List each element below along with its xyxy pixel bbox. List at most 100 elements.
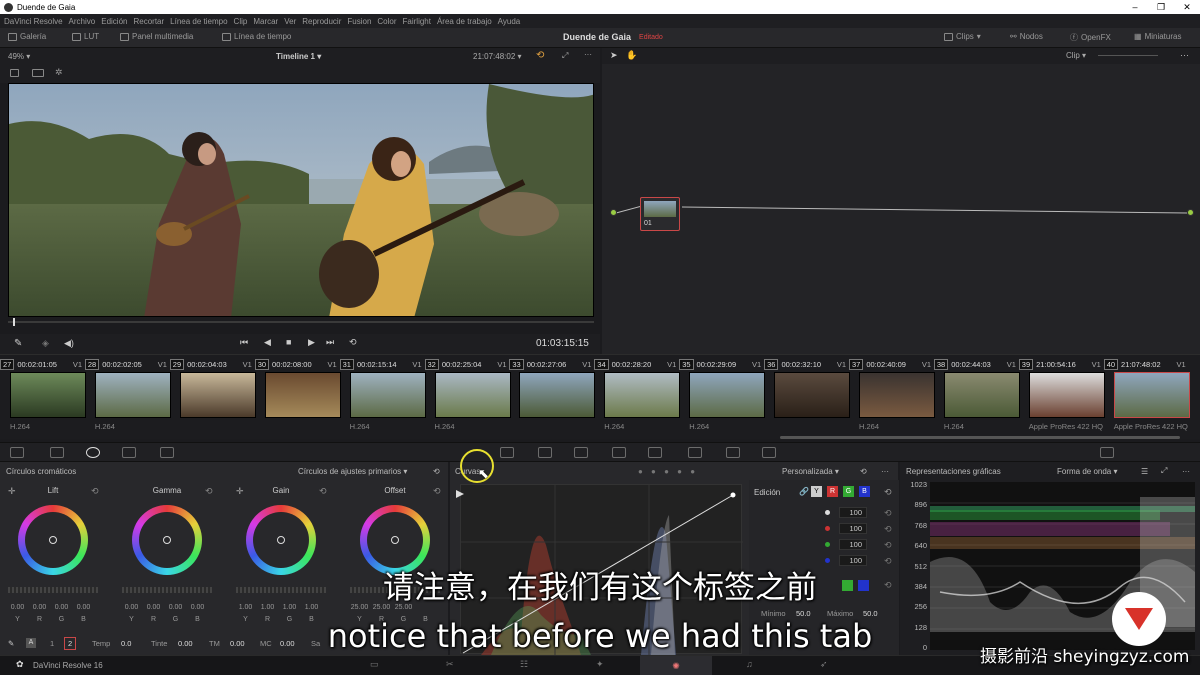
wheel-reset-icon[interactable]: ⟲	[205, 486, 213, 497]
effects-icon[interactable]: ✲	[55, 67, 63, 78]
r-intensity-field[interactable]: 100	[839, 523, 867, 534]
clip-thumbnail[interactable]: 33 00:02:27:06 V1	[509, 355, 596, 435]
motion-effects-icon[interactable]	[160, 447, 174, 458]
last-frame-icon[interactable]: ⏭	[326, 337, 334, 348]
reset-all-icon[interactable]: ⟲	[433, 464, 440, 478]
key-icon[interactable]	[726, 447, 740, 458]
r-reset-icon[interactable]: ⟲	[884, 524, 892, 535]
wheel-center-handle[interactable]	[391, 536, 399, 544]
clip-thumbnail[interactable]: 34 00:02:28:20 V1 H.264	[594, 355, 681, 435]
fusion-page-icon[interactable]: ✦	[596, 659, 604, 670]
lut-button[interactable]: LUT	[72, 32, 99, 41]
menu-item[interactable]: Ver	[284, 17, 296, 26]
y-intensity-field[interactable]: 100	[839, 507, 867, 518]
output-node-port[interactable]	[1187, 209, 1194, 216]
openfx-button[interactable]: ⓕ OpenFX	[1070, 32, 1111, 43]
stop-icon[interactable]: ■	[286, 337, 291, 347]
tracker-icon[interactable]	[612, 447, 626, 458]
timeline-dropdown[interactable]: Timeline 1 ▾	[276, 52, 321, 61]
input-node-port[interactable]	[610, 209, 617, 216]
menu-item[interactable]: Ayuda	[498, 17, 521, 26]
edit-page-icon[interactable]: ☷	[520, 659, 528, 670]
video-viewer[interactable]	[8, 83, 594, 317]
close-button[interactable]: ✕	[1174, 0, 1200, 14]
wheel-center-handle[interactable]	[49, 536, 57, 544]
menu-item[interactable]: Color	[377, 17, 396, 26]
picker-crosshair-icon[interactable]: ✛	[236, 486, 244, 497]
color-node[interactable]: 01	[640, 197, 680, 231]
clip-thumbnail[interactable]: 36 00:02:32:10 V1	[764, 355, 851, 435]
wheel-center-handle[interactable]	[277, 536, 285, 544]
wheel-reset-icon[interactable]: ⟲	[319, 486, 327, 497]
clip-thumbnail[interactable]: 39 21:00:54:16 V1 Apple ProRes 422 HQ	[1018, 355, 1105, 435]
g-reset-icon[interactable]: ⟲	[884, 540, 892, 551]
clip-thumbnail[interactable]: 37 00:02:40:09 V1 H.264	[849, 355, 935, 435]
pointer-icon[interactable]: ➤	[610, 50, 618, 61]
nodes-button[interactable]: ⚯ Nodos	[1010, 32, 1043, 41]
zoom-dropdown[interactable]: 49% ▾	[8, 52, 30, 61]
clip-mode-dropdown[interactable]: Clip ▾	[1066, 51, 1086, 60]
sizing-icon[interactable]	[762, 447, 776, 458]
menu-item[interactable]: Reproducir	[302, 17, 341, 26]
clips-button[interactable]: Clips ▾	[944, 32, 981, 41]
curves-reset-icon[interactable]: ⟲	[860, 464, 867, 478]
timeline-button[interactable]: Línea de tiempo	[222, 32, 291, 41]
curves-icon[interactable]	[500, 447, 514, 458]
clip-strip-scrollbar[interactable]	[780, 436, 1180, 439]
color-page-icon[interactable]: ✺	[640, 656, 712, 675]
wheel-reset-icon[interactable]: ⟲	[433, 486, 441, 497]
clip-thumbnail[interactable]: 28 00:02:02:05 V1 H.264	[84, 355, 171, 435]
rgb-mixer-icon[interactable]	[122, 447, 136, 458]
menu-item[interactable]: Edición	[101, 17, 127, 26]
loop-icon[interactable]: ⟲	[349, 337, 357, 348]
curve-mode-dropdown[interactable]: Personalizada ▾	[782, 464, 839, 478]
g-intensity-field[interactable]: 100	[839, 539, 867, 550]
clip-thumbnail[interactable]: 29 00:02:04:03 V1	[169, 355, 256, 435]
menu-item[interactable]: Área de trabajo	[437, 17, 492, 26]
media-page-icon[interactable]: ▭	[370, 659, 379, 670]
clip-thumbnail[interactable]: 30 00:02:08:00 V1	[254, 355, 341, 435]
scope-mode-dropdown[interactable]: Forma de onda ▾	[1057, 464, 1118, 478]
picker-crosshair-icon[interactable]: ✛	[8, 486, 16, 497]
magic-mask-icon[interactable]	[648, 447, 662, 458]
play-reverse-icon[interactable]: ◀	[264, 337, 271, 348]
play-icon[interactable]: ▶	[308, 337, 315, 348]
link-icon[interactable]: 🔗	[799, 487, 809, 496]
wheel-center-handle[interactable]	[163, 536, 171, 544]
fairlight-page-icon[interactable]: ♫	[746, 659, 753, 669]
menu-item[interactable]: Recortar	[133, 17, 164, 26]
menu-item[interactable]: Fairlight	[403, 17, 431, 26]
maximize-button[interactable]: ❐	[1148, 0, 1174, 14]
qualifier-icon[interactable]	[538, 447, 552, 458]
menu-item[interactable]: Marcar	[253, 17, 278, 26]
channel-g-toggle[interactable]: G	[843, 486, 854, 497]
thumbnails-button[interactable]: ▦ Miniaturas	[1134, 32, 1181, 41]
wheel-reset-icon[interactable]: ⟲	[91, 486, 99, 497]
node-editor[interactable]: ➤ ✋ Clip ▾ ··· 01	[602, 48, 1200, 354]
media-pool-button[interactable]: Panel multimedia	[120, 32, 193, 41]
menu-item[interactable]: Clip	[234, 17, 248, 26]
menu-item[interactable]: Línea de tiempo	[170, 17, 227, 26]
camera-raw-icon[interactable]	[10, 447, 24, 458]
clip-thumbnail[interactable]: 35 00:02:29:09 V1 H.264	[679, 355, 766, 435]
wheel-mode-dropdown[interactable]: Círculos de ajustes primarios ▾	[298, 464, 407, 478]
scope-settings-icon[interactable]: ☰	[1141, 464, 1148, 478]
edit-reset-icon[interactable]: ⟲	[884, 487, 892, 498]
menu-item[interactable]: Fusion	[347, 17, 371, 26]
deliver-page-icon[interactable]: ➶	[820, 659, 828, 670]
fit-icon[interactable]: ⤢	[562, 51, 568, 61]
first-frame-icon[interactable]: ⏮	[240, 337, 248, 348]
clip-thumbnail[interactable]: 38 00:02:44:03 V1 H.264	[933, 355, 1020, 435]
clip-thumbnail[interactable]: 40 21:07:48:02 V1 Apple ProRes 422 HQ	[1103, 355, 1190, 435]
y-reset-icon[interactable]: ⟲	[884, 508, 892, 519]
curves-more-icon[interactable]: ···	[881, 464, 889, 478]
split-screen-icon[interactable]	[32, 69, 44, 77]
volume-icon[interactable]: ◀)	[64, 338, 74, 349]
menu-item[interactable]: DaVinci Resolve	[4, 17, 63, 26]
source-timecode-dropdown[interactable]: 21:07:48:02 ▾	[473, 52, 522, 61]
channel-y-toggle[interactable]: Y	[811, 486, 822, 497]
scope-more-icon[interactable]: ···	[1182, 464, 1190, 478]
color-wheels-icon[interactable]	[86, 447, 100, 458]
playhead[interactable]	[13, 318, 15, 326]
scope-expand-icon[interactable]: ⤢	[1161, 464, 1167, 478]
